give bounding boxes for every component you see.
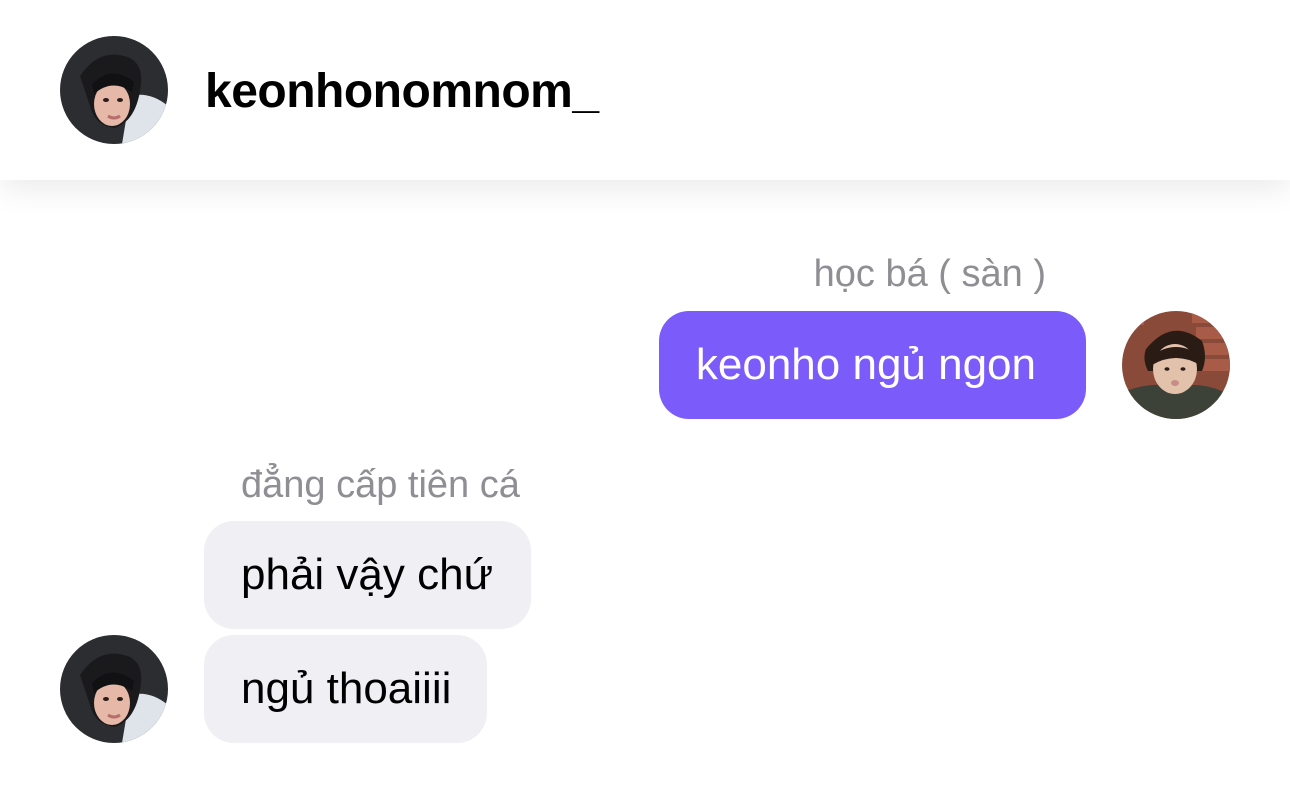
contact-avatar-icon xyxy=(60,635,168,743)
outgoing-message-bubble[interactable]: keonho ngủ ngon xyxy=(658,311,1086,419)
my-avatar[interactable] xyxy=(1122,311,1230,419)
contact-avatar-message[interactable] xyxy=(60,635,168,743)
sender-label-outgoing: học bá ( sàn ) xyxy=(813,253,1046,295)
incoming-message-bubble[interactable]: ngủ thoaiiii xyxy=(204,635,488,743)
contact-avatar[interactable] xyxy=(60,36,168,144)
incoming-message-bubble[interactable]: phải vậy chứ xyxy=(204,521,532,629)
contact-username[interactable]: keonhonomnom_ xyxy=(205,62,599,122)
sender-label-incoming: đẳng cấp tiên cá xyxy=(241,464,520,506)
contact-avatar-icon xyxy=(60,36,168,144)
chat-header: keonhonomnom_ xyxy=(0,0,1290,180)
my-avatar-icon xyxy=(1122,311,1230,419)
chat-screen: keonhonomnom_ học bá ( sàn ) keonho ngủ … xyxy=(0,0,1290,796)
